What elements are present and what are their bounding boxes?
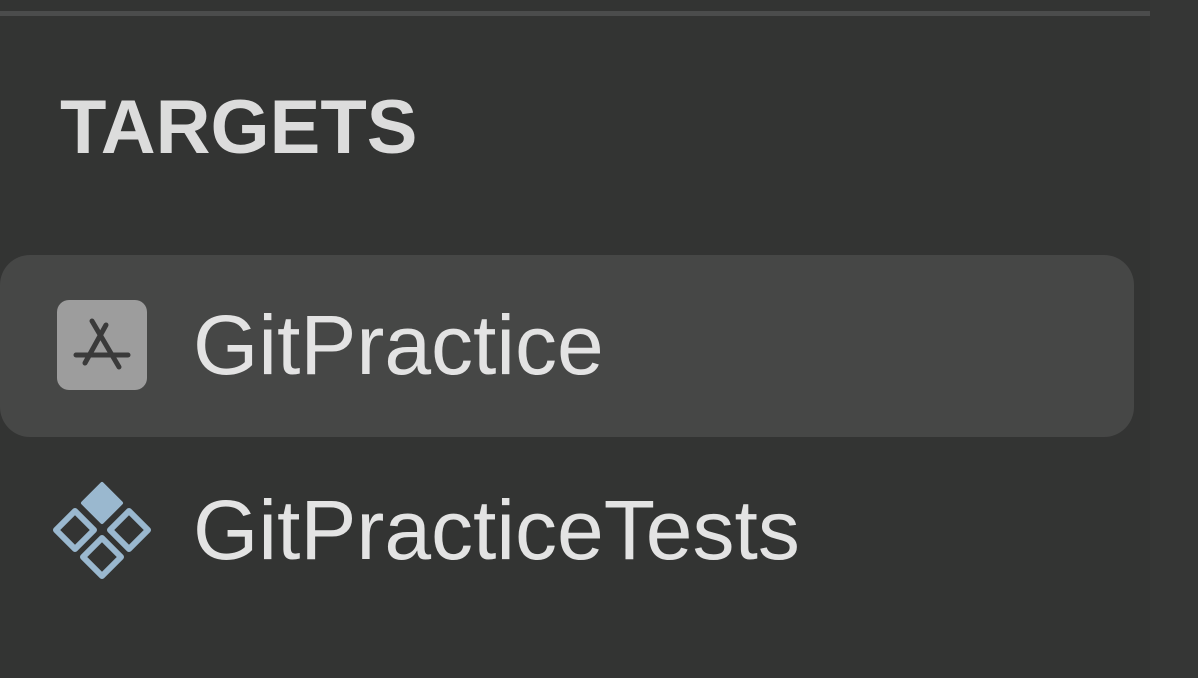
targets-panel: TARGETS GitPractice GitPracticeTests [0, 0, 1198, 678]
section-header-targets: TARGETS [60, 85, 418, 170]
top-divider [0, 0, 1150, 16]
unit-test-bundle-icon [52, 480, 152, 580]
app-store-icon [52, 295, 152, 395]
target-label: GitPracticeTests [193, 483, 800, 577]
target-row-gitpracticetests[interactable]: GitPracticeTests [0, 440, 1134, 620]
target-label: GitPractice [193, 298, 604, 392]
target-row-gitpractice[interactable]: GitPractice [0, 255, 1134, 437]
panel-right-edge [1150, 0, 1198, 678]
